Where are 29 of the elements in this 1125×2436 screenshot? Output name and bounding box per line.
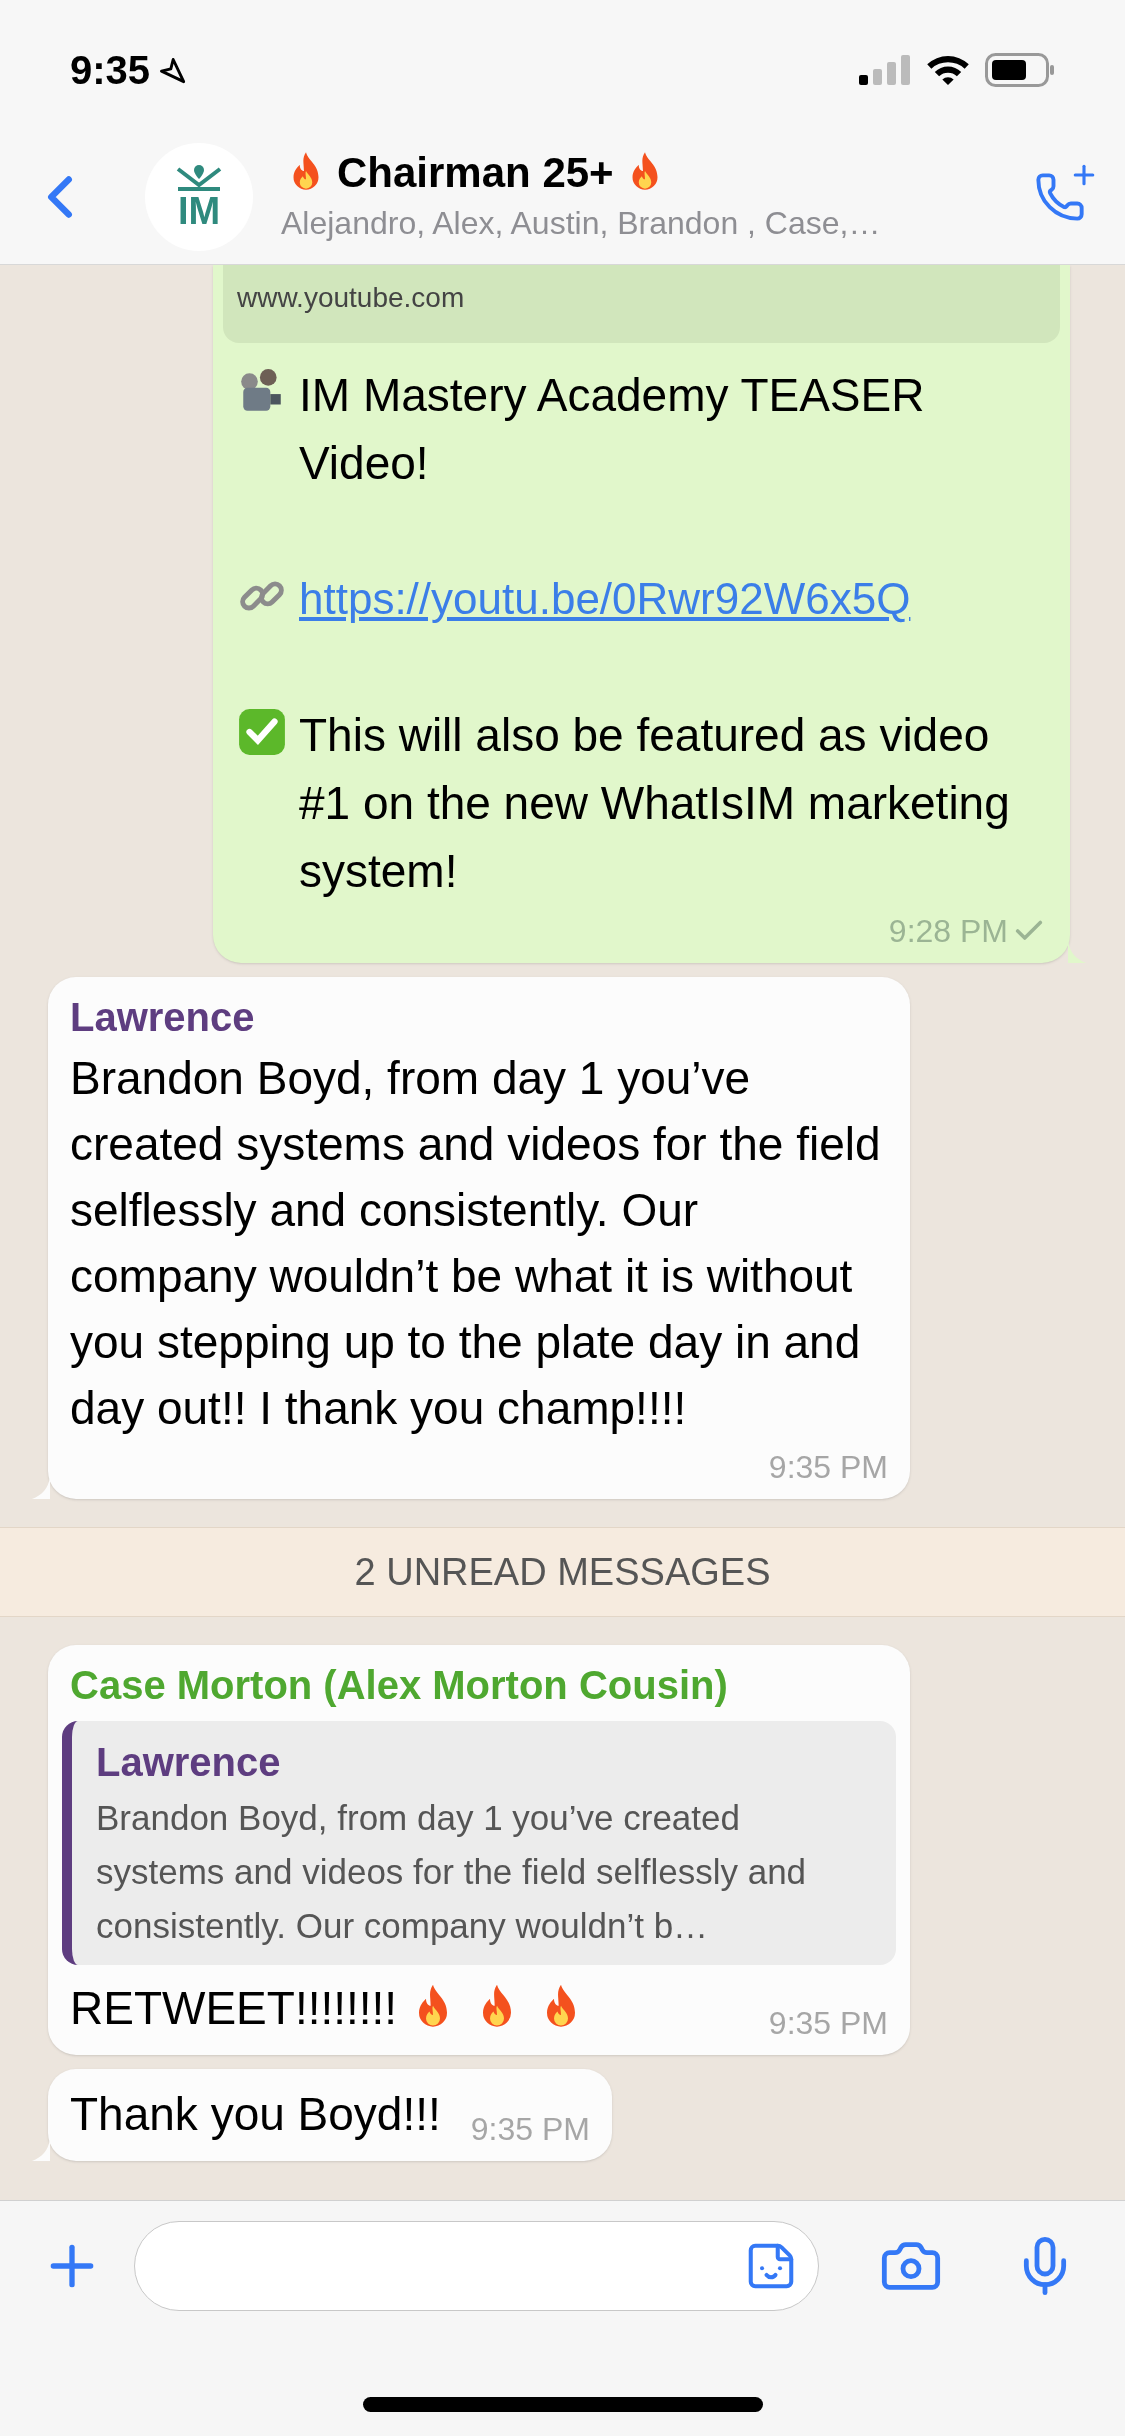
phone-icon <box>1034 171 1086 223</box>
message-time: 9:35 PM <box>768 1448 888 1487</box>
battery-icon <box>985 53 1055 87</box>
quoted-message[interactable]: Lawrence Brandon Boyd, from day 1 you’ve created systems and videos for the field selflessly and consistently. Our company wouldn’t b… <box>62 1721 896 1965</box>
status-time: 9:35 <box>70 47 151 94</box>
signal-icon <box>859 55 911 85</box>
message-time: 9:35 PM <box>470 2110 590 2149</box>
message-text: IM Mastery Academy TEASER Video! <box>299 368 926 491</box>
group-avatar[interactable]: IM <box>145 143 253 251</box>
link-preview-card[interactable]: www.youtube.com <box>223 265 1060 343</box>
unread-count-label: 2 UNREAD MESSAGES <box>354 1549 771 1595</box>
location-arrow-icon <box>158 56 187 84</box>
logo-icon <box>176 163 222 191</box>
quoted-sender: Lawrence <box>96 1739 282 1786</box>
message-time: 9:28 PM <box>888 912 1008 951</box>
sender-name: Lawrence <box>70 994 256 1041</box>
message-text: Brandon Boyd, from day 1 you’ve created systems and videos for the field selflessly and consistently. Our company wouldn’t be what it is without you stepping up to the plate day in and day out!! I thank you champ!!!! <box>70 1051 882 1436</box>
logo-text: IM <box>177 191 221 231</box>
message-text: RETWEET!!!!!!!! <box>70 1981 398 2036</box>
message-time: 9:35 PM <box>768 2004 888 2043</box>
message-text: This will also be featured as video #1 on the new WhatIsIM marketing system! <box>299 708 1011 899</box>
group-members: Alejandro, Alex, Austin, Brandon , Case,… <box>281 204 882 243</box>
preview-domain: www.youtube.com <box>237 282 465 313</box>
quoted-text: Brandon Boyd, from day 1 you’ve created systems and videos for the field selflessly and consistently. Our company wouldn’t b… <box>96 1797 808 1947</box>
group-title[interactable]: Chairman 25+ <box>337 147 614 199</box>
message-text: Thank you Boyd!!! <box>70 2087 441 2142</box>
sender-name: Case Morton (Alex Morton Cousin) <box>70 1662 729 1709</box>
wifi-icon <box>925 53 971 87</box>
check-mark-icon <box>237 707 287 757</box>
